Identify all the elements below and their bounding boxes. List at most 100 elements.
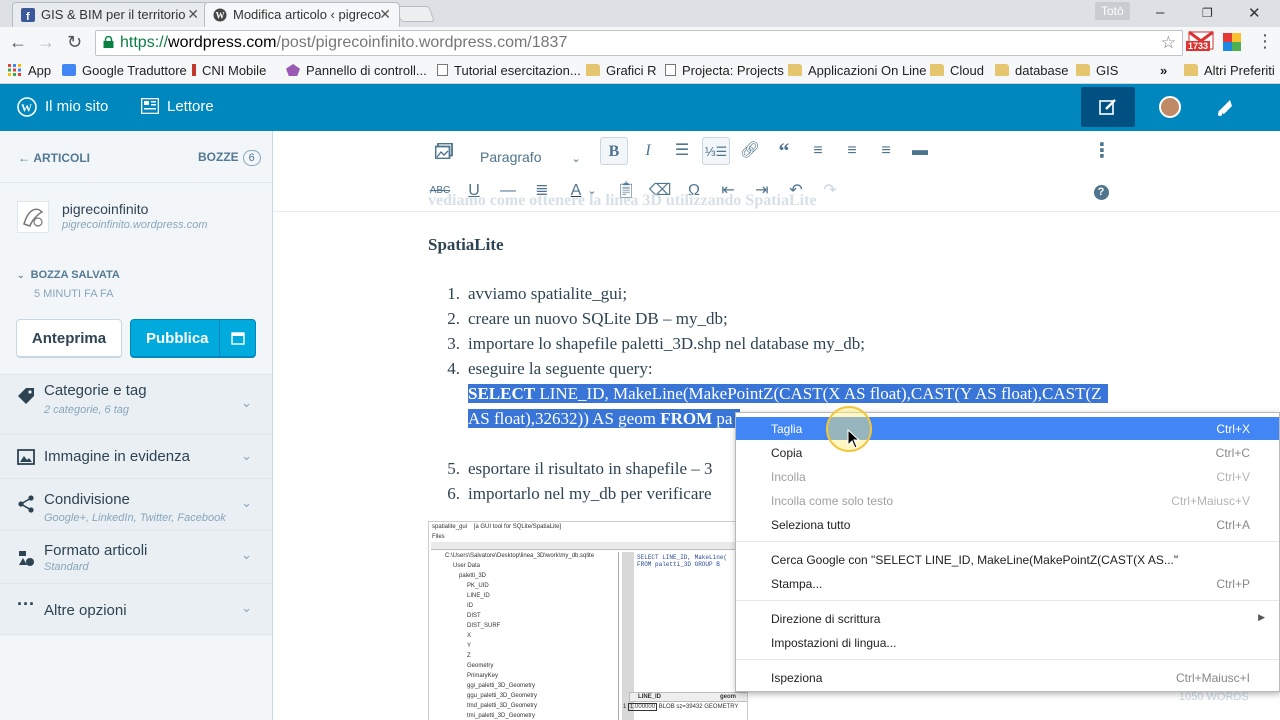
- url-host: wordpress.com: [168, 34, 277, 51]
- gmail-extension-icon[interactable]: 1733: [1186, 30, 1214, 56]
- my-site-link[interactable]: W Il mio sito: [17, 97, 109, 117]
- my-site-label: Il mio sito: [45, 98, 109, 115]
- tab-modifica-articolo[interactable]: W Modifica articolo ‹ pigreco ✕: [204, 2, 400, 27]
- editor-toolbar-primary: Paragrafo ⌄ B I ☰ ⅓☰ 🔗︎ “ ≡ ≡ ≡ ▬ ⋮: [273, 137, 1280, 167]
- reload-icon[interactable]: ↻: [67, 32, 82, 53]
- menu-label: Stampa...: [771, 577, 823, 591]
- menu-item-writing-direction[interactable]: Direzione di scrittura ▶: [736, 607, 1279, 630]
- tab-gis-bim[interactable]: f GIS & BIM per il territorio ✕: [12, 2, 208, 27]
- bookmark-label: database: [1015, 63, 1069, 78]
- bullet-list-icon[interactable]: ☰: [668, 137, 696, 165]
- blockquote-icon[interactable]: “: [770, 137, 798, 165]
- write-post-button[interactable]: [1081, 87, 1135, 127]
- profile-button[interactable]: Totò: [1095, 2, 1130, 20]
- bookmark-altri-preferiti[interactable]: Altri Preferiti: [1184, 63, 1275, 78]
- menu-item-print[interactable]: Stampa... Ctrl+P: [736, 572, 1279, 595]
- bold-icon[interactable]: B: [600, 137, 628, 165]
- menu-item-cut[interactable]: Taglia Ctrl+X: [736, 417, 1279, 440]
- bookmark-app[interactable]: App: [8, 63, 51, 78]
- selected-query-line-1[interactable]: SELECT LINE_ID, MakeLine(MakePointZ(CAST…: [468, 384, 1108, 404]
- align-right-icon[interactable]: ≡: [872, 137, 900, 165]
- notifications-bell-icon[interactable]: [1214, 98, 1234, 116]
- bookmark-grafici-r[interactable]: Grafici R: [586, 63, 657, 78]
- bookmark-gis[interactable]: GIS: [1076, 63, 1118, 78]
- sidebar-section-sharing[interactable]: Condivisione Google+, LinkedIn, Twitter,…: [0, 478, 272, 530]
- menu-shortcut: Ctrl+X: [1216, 422, 1250, 436]
- new-tab-button[interactable]: [395, 6, 435, 22]
- paragraph-format-select[interactable]: Paragrafo ⌄: [480, 149, 581, 165]
- section-subtitle: Google+, LinkedIn, Twitter, Facebook: [44, 512, 226, 524]
- minimize-icon[interactable]: –: [1156, 4, 1164, 21]
- bookmark-projecta[interactable]: Projecta: Projects: [665, 63, 784, 78]
- address-bar[interactable]: https://wordpress.com/post/pigrecoinfini…: [95, 30, 1183, 56]
- google-extension-icon[interactable]: [1223, 33, 1241, 51]
- window-close-icon[interactable]: ✕: [1248, 4, 1261, 22]
- sidebar-section-post-format[interactable]: Formato articoli Standard ⌄: [0, 530, 272, 583]
- bookmark-google-traduttore[interactable]: Google Traduttore: [62, 63, 187, 78]
- page-icon: [665, 64, 676, 76]
- schedule-button[interactable]: [219, 320, 255, 357]
- back-icon[interactable]: ←: [9, 32, 27, 53]
- folder-icon: [930, 64, 944, 76]
- align-center-icon[interactable]: ≡: [838, 137, 866, 165]
- list-number: 5.: [447, 459, 460, 478]
- bookmark-label: CNI Mobile: [202, 63, 267, 78]
- list-item: 5. esportare il risultato in shapefile – …: [428, 459, 712, 479]
- chrome-menu-icon[interactable]: ⋮: [1256, 31, 1274, 52]
- publish-button[interactable]: Pubblica: [130, 319, 256, 358]
- forward-icon[interactable]: →: [37, 32, 55, 53]
- drafts-link[interactable]: BOZZE 6: [198, 150, 261, 166]
- bookmark-star-icon[interactable]: ☆: [1161, 33, 1176, 53]
- read-more-icon[interactable]: ▬: [906, 137, 934, 165]
- more-options-icon[interactable]: ⋮: [1088, 137, 1116, 165]
- close-tab-icon[interactable]: ✕: [379, 6, 391, 23]
- menu-item-inspect[interactable]: Ispeziona Ctrl+Maiusc+I: [736, 666, 1279, 689]
- bookmarks-overflow-button[interactable]: »: [1160, 63, 1167, 78]
- drafts-label: BOZZE: [198, 150, 239, 164]
- embedded-spatialite-screenshot[interactable]: spatialite_gui [a GUI tool for SQLite/Sp…: [428, 521, 748, 720]
- sidebar-section-featured-image[interactable]: Immagine in evidenza ⌄: [0, 434, 272, 478]
- spatialite-toolbar: [431, 542, 745, 550]
- back-to-posts-link[interactable]: ← ARTICOLI: [18, 151, 90, 165]
- menu-item-language-settings[interactable]: Impostazioni di lingua...: [736, 631, 1279, 654]
- link-icon[interactable]: 🔗︎: [736, 137, 764, 165]
- menu-item-copy[interactable]: Copia Ctrl+C: [736, 441, 1279, 464]
- bookmark-label: Projecta: Projects: [682, 63, 784, 78]
- align-left-icon[interactable]: ≡: [804, 137, 832, 165]
- bookmark-tutorial[interactable]: Tutorial esercitazion...: [437, 63, 581, 78]
- menu-item-paste-plain[interactable]: Incolla come solo testo Ctrl+Maiusc+V: [736, 489, 1279, 512]
- status-time: 5 MINUTI FA FA: [34, 288, 114, 300]
- numbered-list-icon[interactable]: ⅓☰: [702, 137, 730, 165]
- user-avatar[interactable]: [1159, 96, 1181, 118]
- restore-icon[interactable]: ❐: [1202, 6, 1213, 20]
- bookmark-applicazioni[interactable]: Applicazioni On Line: [788, 63, 927, 78]
- lock-icon: [103, 36, 114, 48]
- selected-query-line-2[interactable]: AS float),32632)) AS geom FROM pa: [468, 409, 741, 429]
- add-media-icon[interactable]: [430, 137, 458, 165]
- post-status[interactable]: ⌄ BOZZA SALVATA: [17, 269, 120, 281]
- list-number: 4.: [447, 359, 460, 378]
- menu-item-search-google[interactable]: Cerca Google con "SELECT LINE_ID, MakeLi…: [736, 548, 1279, 571]
- content-heading: SpatiaLite: [428, 235, 504, 254]
- bookmark-pannello[interactable]: Pannello di controll...: [286, 63, 427, 78]
- preview-button[interactable]: Anteprima: [16, 319, 122, 358]
- help-icon[interactable]: ?: [1087, 177, 1115, 205]
- italic-icon[interactable]: I: [634, 137, 662, 165]
- menu-label: Cerca Google con "SELECT LINE_ID, MakeLi…: [771, 553, 1179, 567]
- close-tab-icon[interactable]: ✕: [187, 6, 199, 23]
- site-url: pigrecoinfinito.wordpress.com: [62, 219, 208, 231]
- menu-item-select-all[interactable]: Seleziona tutto Ctrl+A: [736, 513, 1279, 536]
- reader-link[interactable]: Lettore: [141, 98, 214, 115]
- apps-grid-icon: [8, 64, 21, 76]
- wordpress-logo-icon: W: [17, 97, 37, 117]
- bookmark-cloud[interactable]: Cloud: [930, 63, 984, 78]
- menu-item-paste[interactable]: Incolla Ctrl+V: [736, 465, 1279, 488]
- cni-icon: [192, 64, 196, 76]
- section-subtitle: 2 categorie, 6 tag: [44, 404, 130, 416]
- bookmark-database[interactable]: database: [995, 63, 1069, 78]
- redo-icon[interactable]: ↷: [816, 177, 844, 205]
- reader-label: Lettore: [167, 98, 214, 115]
- bookmark-cni-mobile[interactable]: CNI Mobile: [192, 63, 266, 78]
- sidebar-section-categories[interactable]: Categorie e tag 2 categorie, 6 tag ⌄: [0, 374, 272, 434]
- sidebar-section-more-options[interactable]: ··· Altre opzioni ⌄: [0, 583, 272, 635]
